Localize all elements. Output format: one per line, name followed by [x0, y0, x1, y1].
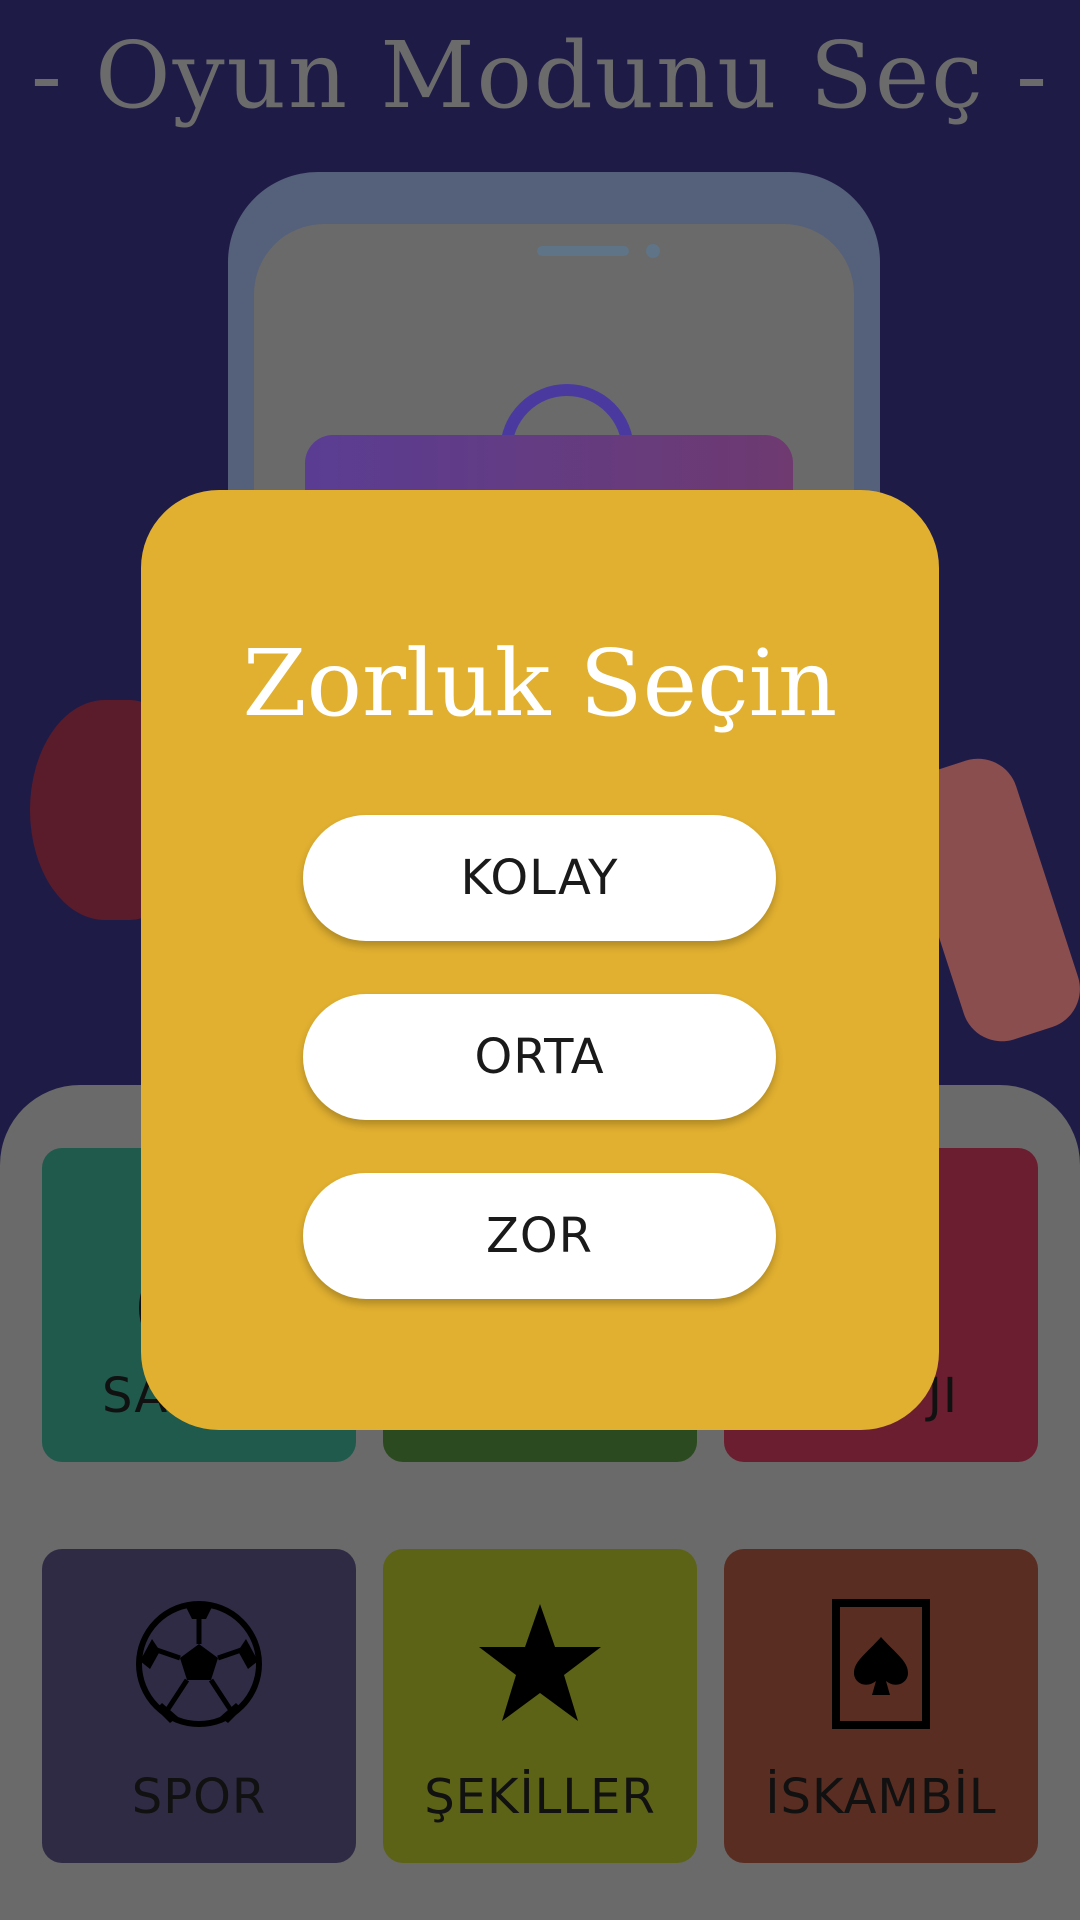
- star-icon: [479, 1604, 601, 1721]
- tile-label-iskambil: İSKAMBİL: [765, 1769, 997, 1825]
- tile-label-sekiller: ŞEKİLLER: [424, 1769, 656, 1825]
- tile-label-spor: SPOR: [131, 1769, 267, 1825]
- dialog-title: Zorluk Seçin: [242, 630, 838, 737]
- phone-camera: [646, 244, 660, 258]
- category-tile-spor[interactable]: SPOR: [42, 1549, 356, 1863]
- phone-speaker: [537, 246, 629, 256]
- medium-button[interactable]: ORTA: [303, 994, 776, 1120]
- category-tile-iskambil[interactable]: İSKAMBİL: [724, 1549, 1038, 1863]
- page-title: - Oyun Modunu Seç -: [30, 22, 1050, 129]
- difficulty-dialog: Zorluk Seçin KOLAY ORTA ZOR: [141, 490, 939, 1430]
- easy-button[interactable]: KOLAY: [303, 815, 776, 941]
- spade-card-icon: [832, 1599, 930, 1729]
- hard-button[interactable]: ZOR: [303, 1173, 776, 1299]
- soccer-ball-icon: [136, 1601, 262, 1727]
- category-tile-sekiller[interactable]: ŞEKİLLER: [383, 1549, 697, 1863]
